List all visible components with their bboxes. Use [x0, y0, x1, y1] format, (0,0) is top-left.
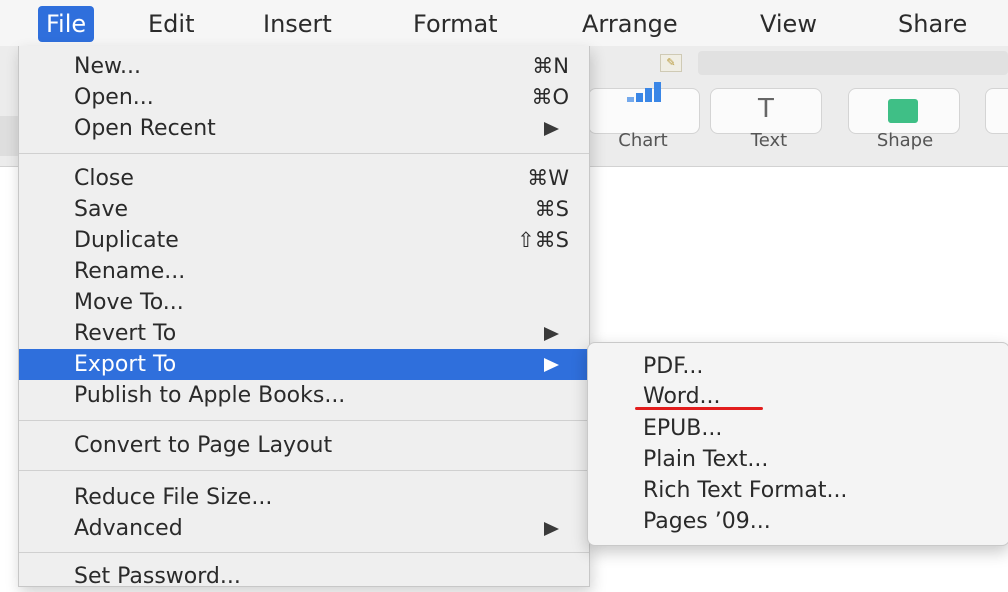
menu-edit[interactable]: Edit — [140, 6, 202, 42]
menu-view[interactable]: View — [752, 6, 825, 42]
menu-item-label: Convert to Page Layout — [74, 433, 333, 458]
menu-item-move-to[interactable]: Move To... — [19, 287, 589, 318]
menu-item-close[interactable]: Close ⌘W — [19, 163, 589, 194]
menu-item-publish-apple-books[interactable]: Publish to Apple Books... — [19, 380, 589, 411]
menu-format[interactable]: Format — [405, 6, 506, 42]
menu-file[interactable]: File — [38, 6, 95, 42]
menu-item-advanced[interactable]: Advanced — [19, 513, 589, 544]
menu-item-label: Advanced — [74, 516, 183, 541]
menu-item-label: New... — [74, 54, 141, 79]
menu-insert[interactable]: Insert — [255, 6, 340, 42]
menu-item-set-password[interactable]: Set Password... — [19, 561, 589, 592]
export-item-label: Rich Text Format... — [643, 478, 848, 503]
menu-separator — [19, 552, 589, 553]
menu-item-label: Revert To — [74, 321, 177, 346]
shortcut-label: ⌘W — [527, 166, 569, 190]
shortcut-label: ⌘S — [534, 197, 569, 221]
export-item-pages-09[interactable]: Pages ’09... — [588, 506, 1008, 537]
menu-bar: File Edit Insert Format Arrange View Sha… — [0, 0, 1008, 46]
menu-item-label: Set Password... — [74, 564, 241, 589]
menu-item-rename[interactable]: Rename... — [19, 256, 589, 287]
export-submenu: PDF... Word... EPUB... Plain Text... Ric… — [587, 342, 1008, 546]
shape-button[interactable] — [848, 88, 960, 134]
menu-item-label: Rename... — [74, 259, 186, 284]
export-item-label: EPUB... — [643, 416, 723, 441]
file-menu: New... ⌘N Open... ⌘O Open Recent Close ⌘… — [18, 46, 590, 589]
text-icon: T — [758, 94, 774, 124]
menu-item-reduce-file-size[interactable]: Reduce File Size... — [19, 482, 589, 513]
menu-item-export-to[interactable]: Export To — [19, 349, 589, 380]
menu-item-label: Publish to Apple Books... — [74, 383, 346, 408]
menu-separator — [19, 420, 589, 421]
media-button[interactable] — [985, 88, 1008, 134]
menu-item-open[interactable]: Open... ⌘O — [19, 82, 589, 113]
menu-separator — [19, 153, 589, 154]
menu-item-open-recent[interactable]: Open Recent — [19, 113, 589, 144]
menu-item-duplicate[interactable]: Duplicate ⇧⌘S — [19, 225, 589, 256]
menu-item-label: Reduce File Size... — [74, 485, 273, 510]
submenu-arrow-icon — [544, 122, 559, 136]
menu-item-label: Close — [74, 166, 134, 191]
shortcut-label: ⌘O — [531, 85, 569, 109]
export-item-rich-text-format[interactable]: Rich Text Format... — [588, 475, 1008, 506]
pages-document-icon: ✎ — [660, 54, 682, 72]
menu-item-label: Move To... — [74, 290, 184, 315]
menu-item-new[interactable]: New... ⌘N — [19, 51, 589, 82]
text-button-label: Text — [750, 130, 788, 151]
menu-item-convert-page-layout[interactable]: Convert to Page Layout — [19, 430, 589, 461]
chart-button[interactable] — [588, 82, 700, 134]
shape-button-label: Shape — [876, 130, 934, 151]
menu-arrange[interactable]: Arrange — [574, 6, 686, 42]
red-underline-annotation — [635, 407, 763, 410]
menu-item-label: Duplicate — [74, 228, 179, 253]
shortcut-label: ⇧⌘S — [517, 228, 569, 252]
menu-share[interactable]: Share — [890, 6, 975, 42]
export-item-label: PDF... — [643, 354, 704, 379]
shape-icon — [888, 99, 918, 123]
menu-item-label: Export To — [74, 352, 177, 377]
export-item-epub[interactable]: EPUB... — [588, 413, 1008, 444]
window-edge — [0, 116, 18, 156]
submenu-arrow-icon — [544, 327, 559, 341]
export-item-label: Plain Text... — [643, 447, 769, 472]
export-item-pdf[interactable]: PDF... — [588, 351, 1008, 382]
menu-separator — [19, 470, 589, 471]
shortcut-label: ⌘N — [532, 54, 569, 78]
submenu-arrow-icon — [544, 522, 559, 536]
menu-item-label: Open... — [74, 85, 154, 110]
menu-item-label: Open Recent — [74, 116, 216, 141]
export-item-plain-text[interactable]: Plain Text... — [588, 444, 1008, 475]
chart-button-label: Chart — [618, 130, 668, 151]
text-button[interactable]: T — [710, 88, 822, 134]
export-item-label: Pages ’09... — [643, 509, 771, 534]
menu-item-label: Save — [74, 197, 129, 222]
submenu-arrow-icon — [544, 358, 559, 372]
menu-item-revert-to[interactable]: Revert To — [19, 318, 589, 349]
menu-item-save[interactable]: Save ⌘S — [19, 194, 589, 225]
document-title-bar[interactable] — [698, 51, 1008, 75]
